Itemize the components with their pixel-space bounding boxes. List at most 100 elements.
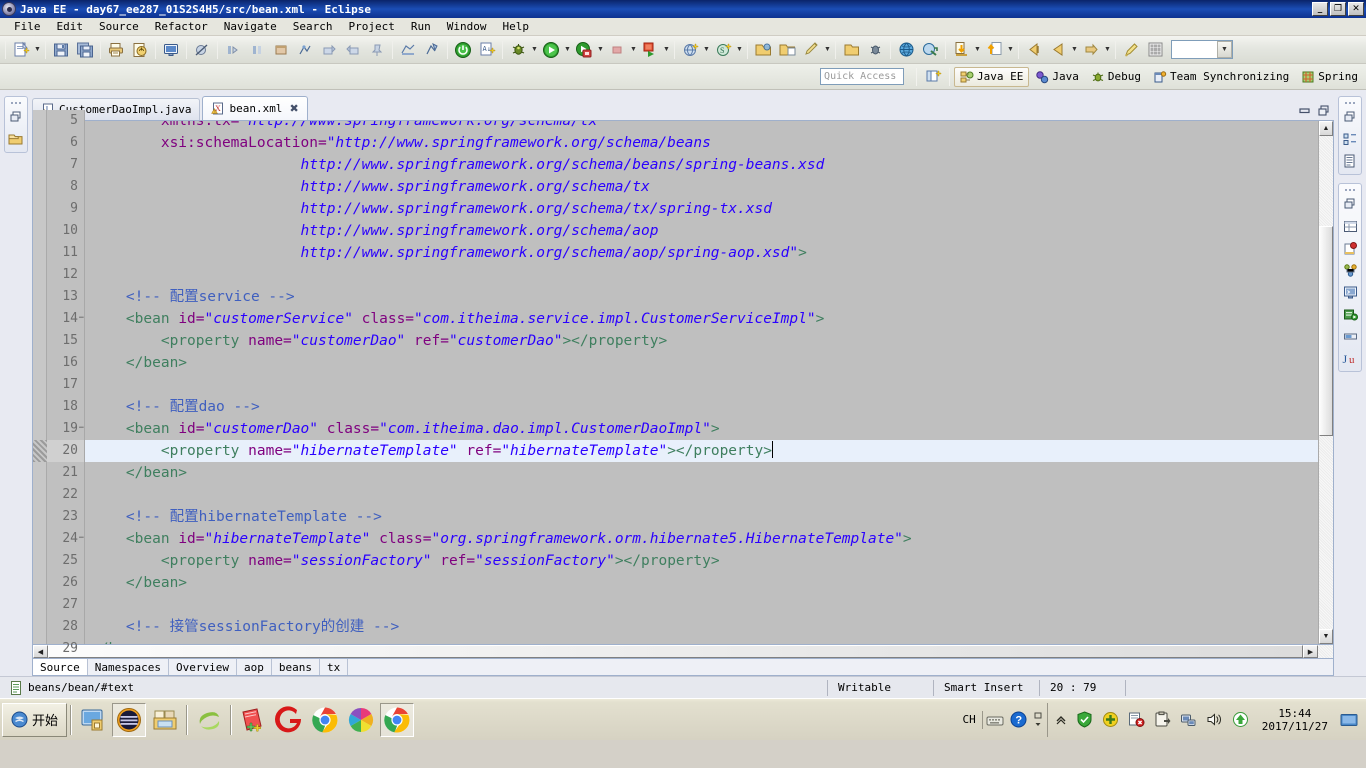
pin-editor-icon[interactable] (366, 39, 388, 61)
code-line[interactable]: <!-- 配置service --> (85, 286, 1318, 308)
menu-edit[interactable]: Edit (49, 19, 92, 34)
code-text[interactable]: xmlns:tx="http://www.springframework.org… (85, 121, 1318, 644)
pencil-dropdown-arrow[interactable]: ▼ (823, 39, 832, 61)
menu-navigate[interactable]: Navigate (216, 19, 285, 34)
new-spring-element-icon[interactable]: S (712, 39, 734, 61)
security-alert-icon[interactable] (1127, 709, 1147, 731)
maximize-button[interactable]: ❐ (1330, 2, 1346, 16)
back-navigation-dropdown-arrow[interactable]: ▼ (1070, 39, 1079, 61)
show-desktop-icon[interactable] (76, 703, 110, 737)
new-wizard-icon[interactable] (10, 39, 32, 61)
ant-build-icon[interactable] (864, 39, 886, 61)
upload-dropdown-arrow[interactable]: ▼ (1006, 39, 1015, 61)
project-explorer-icon[interactable] (5, 128, 27, 150)
update-icon[interactable] (1101, 709, 1121, 731)
scroll-up-button[interactable]: ▲ (1319, 121, 1333, 136)
markers-view-icon[interactable] (1339, 303, 1361, 325)
power-icon[interactable] (452, 39, 474, 61)
toggle-breakpoint-icon[interactable] (191, 39, 213, 61)
minimize-view-icon[interactable] (1298, 104, 1311, 117)
fold-toggle-icon[interactable]: − (77, 534, 84, 543)
perspective-java-ee[interactable]: Java EE (954, 66, 1030, 87)
open-perspective-icon[interactable] (922, 66, 944, 88)
console-icon[interactable] (160, 39, 182, 61)
start-server-icon[interactable] (421, 39, 443, 61)
forward-navigation-icon[interactable] (1080, 39, 1102, 61)
forward-history-icon[interactable] (342, 39, 364, 61)
page-tab-tx[interactable]: tx (320, 659, 349, 675)
debug-icon[interactable] (507, 39, 529, 61)
coverage-dropdown-arrow[interactable]: ▼ (596, 39, 605, 61)
restore-view-icon[interactable] (1339, 106, 1361, 128)
menu-window[interactable]: Window (439, 19, 495, 34)
gif-recorder-taskbar-icon[interactable] (272, 703, 306, 737)
fold-toggle-icon[interactable]: − (77, 424, 84, 433)
code-line[interactable]: <property name="sessionFactory" ref="ses… (85, 550, 1318, 572)
code-line[interactable]: <!-- 配置dao --> (85, 396, 1318, 418)
new-wizard-dropdown-arrow[interactable]: ▼ (33, 39, 42, 61)
back-history-icon[interactable] (318, 39, 340, 61)
run-icon[interactable] (540, 39, 562, 61)
run-external-dropdown-arrow[interactable]: ▼ (662, 39, 671, 61)
code-line[interactable]: </bean> (85, 352, 1318, 374)
file-explorer-icon[interactable] (148, 703, 182, 737)
vertical-scrollbar[interactable]: ▲ ▼ (1318, 121, 1333, 644)
eclipse-taskbar-icon[interactable] (192, 703, 226, 737)
page-tab-beans[interactable]: beans (272, 659, 320, 675)
volume-icon[interactable] (1205, 709, 1225, 731)
perspective-debug[interactable]: Debug (1085, 67, 1147, 87)
page-tab-overview[interactable]: Overview (169, 659, 237, 675)
save-icon[interactable] (50, 39, 72, 61)
code-line[interactable]: </bean> (85, 572, 1318, 594)
properties-view-icon[interactable] (1339, 215, 1361, 237)
debug-dropdown-arrow[interactable]: ▼ (530, 39, 539, 61)
code-line[interactable]: <bean id="hibernateTemplate" class="org.… (85, 528, 1318, 550)
menu-run[interactable]: Run (403, 19, 439, 34)
notepad-plus-plus-taskbar-icon[interactable] (236, 703, 270, 737)
annotation-ruler[interactable] (33, 110, 47, 644)
restore-view-icon[interactable] (1339, 193, 1361, 215)
uploader-icon[interactable] (1231, 709, 1251, 731)
source-editor[interactable]: 5 6 7 8 9 10 11 12 13 14− 15 16 17 18 19− 20 21 22 23 24− 25… (32, 110, 1334, 656)
show-hidden-icons-chevron[interactable] (1053, 709, 1069, 731)
last-edit-location-icon[interactable] (270, 39, 292, 61)
editor-tab-bean-xml[interactable]: X ! bean.xml ✖ (202, 96, 308, 120)
start-button[interactable]: 开始 (2, 702, 68, 737)
show-desktop-tray-icon[interactable] (1339, 709, 1359, 731)
open-resource-icon[interactable] (776, 39, 798, 61)
grid-icon[interactable] (1144, 39, 1166, 61)
export-icon[interactable] (129, 39, 151, 61)
code-line[interactable]: <!-- 接管sessionFactory的创建 --> (85, 616, 1318, 638)
next-annotation-icon[interactable] (222, 39, 244, 61)
globe-icon[interactable] (895, 39, 917, 61)
ime-language-label[interactable]: CH (957, 713, 982, 726)
perspective-team-synchronizing[interactable]: Team Synchronizing (1147, 67, 1295, 87)
code-line[interactable]: </bean> (85, 462, 1318, 484)
outline-view-icon[interactable] (1339, 128, 1361, 150)
code-line[interactable]: http://www.springframework.org/schema/tx (85, 176, 1318, 198)
page-tab-aop[interactable]: aop (237, 659, 272, 675)
run-dropdown-arrow[interactable]: ▼ (563, 39, 572, 61)
print-icon[interactable] (105, 39, 127, 61)
code-line[interactable]: http://www.springframework.org/schema/ao… (85, 220, 1318, 242)
code-line[interactable]: http://www.springframework.org/schema/ao… (85, 242, 1318, 264)
code-line[interactable]: <bean id="customerDao" class="com.itheim… (85, 418, 1318, 440)
ime-expand-icon[interactable] (1032, 709, 1046, 731)
menu-project[interactable]: Project (340, 19, 402, 34)
new-java-project-icon[interactable] (679, 39, 701, 61)
pencil-icon[interactable] (800, 39, 822, 61)
vertical-scroll-thumb[interactable] (1319, 226, 1333, 436)
code-line[interactable] (85, 484, 1318, 506)
toolbar-combo-arrow[interactable]: ▼ (1217, 41, 1232, 58)
code-line[interactable] (85, 374, 1318, 396)
restore-view-icon[interactable] (5, 106, 27, 128)
fold-toggle-icon[interactable]: − (77, 314, 84, 323)
close-icon[interactable]: ✖ (289, 102, 298, 115)
horizontal-scrollbar[interactable]: ◀ ▶ (32, 645, 1334, 659)
chrome-taskbar-icon[interactable] (308, 703, 342, 737)
upload-icon[interactable] (983, 39, 1005, 61)
shield-icon[interactable] (1075, 709, 1095, 731)
code-line[interactable]: http://www.springframework.org/schema/be… (85, 154, 1318, 176)
open-folder-icon[interactable] (752, 39, 774, 61)
menu-search[interactable]: Search (285, 19, 341, 34)
